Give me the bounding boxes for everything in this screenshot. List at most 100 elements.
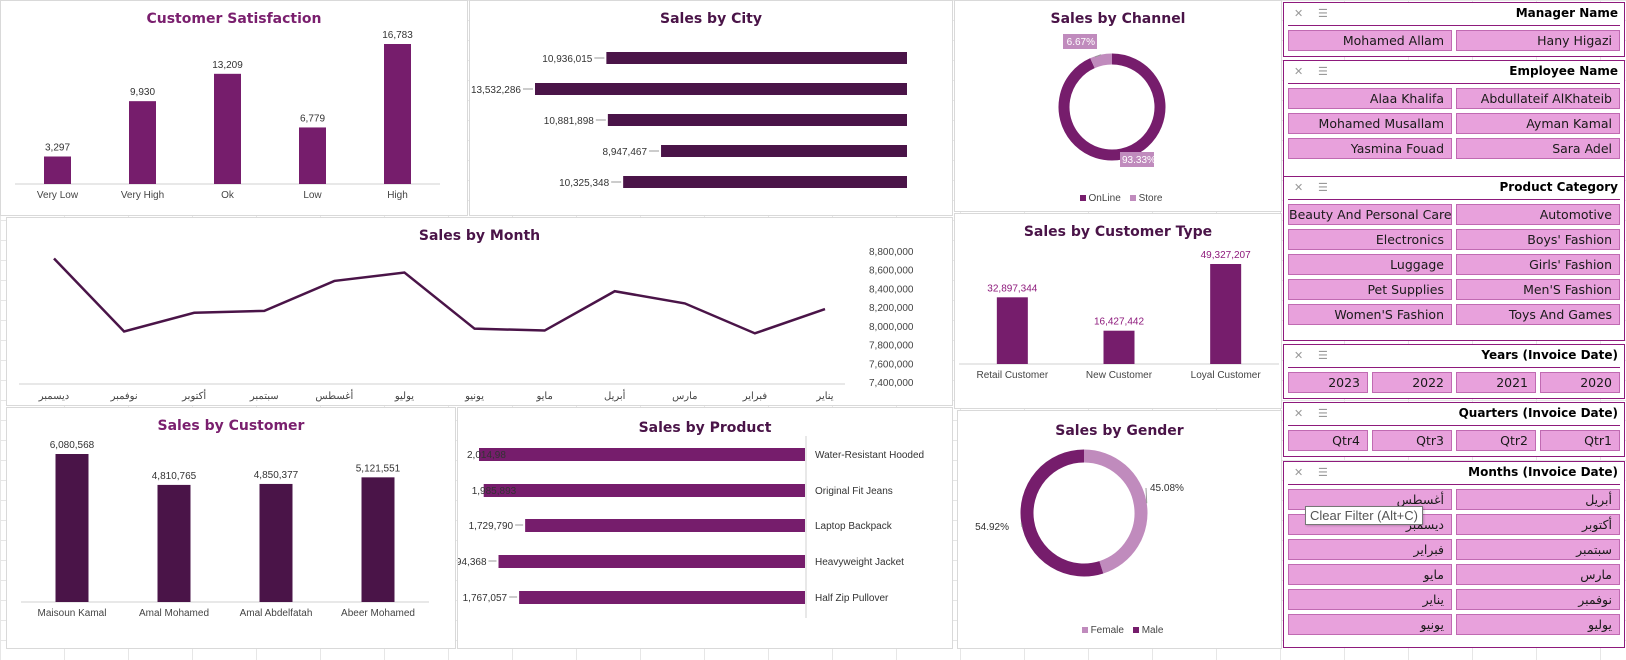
multi-select-icon[interactable]: ☰ [1318, 181, 1328, 194]
slicer-manager-name[interactable]: ✕ ☰ Manager Name Mohamed Allam Hany Higazi [1283, 2, 1625, 57]
bar [498, 555, 805, 568]
slicer-item[interactable]: Electronics [1288, 229, 1452, 250]
slicer-item[interactable]: Men'S Fashion [1456, 279, 1620, 300]
data-label: 16,427,442 [1094, 317, 1144, 328]
clear-filter-icon[interactable]: ✕ [1294, 407, 1303, 420]
slicer-item[interactable]: أبريل [1456, 489, 1620, 510]
slicer-item[interactable]: Qtr2 [1456, 430, 1536, 451]
slicer-item[interactable]: Alaa Khalifa [1288, 88, 1452, 109]
bar [55, 454, 89, 602]
multi-select-icon[interactable]: ☰ [1318, 349, 1328, 362]
slicer-item[interactable]: 2023 [1288, 372, 1368, 393]
slicer-item[interactable]: Mohamed Musallam [1288, 113, 1452, 134]
data-label: 10,881,898 [544, 116, 594, 127]
slicer-years[interactable]: ✕ ☰ Years (Invoice Date) 2023 2022 2021 2020 [1283, 344, 1625, 399]
clear-filter-icon[interactable]: ✕ [1294, 7, 1303, 20]
slicer-title: Manager Name [1515, 6, 1618, 20]
clear-filter-icon[interactable]: ✕ [1294, 65, 1303, 78]
multi-select-icon[interactable]: ☰ [1318, 65, 1328, 78]
slicer-product-category[interactable]: ✕ ☰ Product Category Beauty And Personal C… [1283, 176, 1625, 341]
channel-legend: OnLine Store [955, 193, 1281, 204]
slicer-item[interactable]: 2020 [1540, 372, 1620, 393]
tick-label: مارس [672, 391, 697, 402]
slicer-item[interactable]: يوليو [1456, 614, 1620, 635]
slicer-item[interactable]: Boys' Fashion [1456, 229, 1620, 250]
panel-sales-by-customer[interactable]: Sales by Customer 6,080,568 Maisoun Kamal… [6, 407, 456, 649]
slicer-item[interactable]: Qtr3 [1372, 430, 1452, 451]
tick-label: Low [303, 190, 322, 201]
slicer-employee-name[interactable]: ✕ ☰ Employee Name Alaa Khalifa Abdullateif … [1283, 60, 1625, 177]
slicer-item[interactable]: سبتمبر [1456, 539, 1620, 560]
slicer-item[interactable]: مايو [1288, 564, 1452, 585]
y-tick-label: 8,200,000 [869, 303, 914, 314]
series-line [53, 257, 826, 335]
tick-label: Loyal Customer [1191, 370, 1262, 381]
tick-label: Very High [121, 190, 164, 201]
tick-label: مايو [535, 391, 552, 402]
tick-label: ديسمبر [38, 391, 69, 402]
slicer-item[interactable]: Women'S Fashion [1288, 304, 1452, 325]
slicer-item[interactable]: 2021 [1456, 372, 1536, 393]
slicer-item[interactable]: نوفمبر [1456, 589, 1620, 610]
clear-filter-icon[interactable]: ✕ [1294, 349, 1303, 362]
y-tick-label: 7,600,000 [869, 359, 914, 370]
slicer-item[interactable]: Luggage [1288, 254, 1452, 275]
data-label: 4,810,765 [152, 471, 197, 482]
data-label: 1,985,893 [472, 486, 517, 497]
slicer-item[interactable]: يناير [1288, 589, 1452, 610]
bar [535, 83, 907, 95]
slicer-item[interactable]: فبراير [1288, 539, 1452, 560]
slicer-item[interactable]: Qtr1 [1540, 430, 1620, 451]
slicer-quarters[interactable]: ✕ ☰ Quarters (Invoice Date) Qtr4 Qtr3 Qtr2 Qt… [1283, 402, 1625, 457]
data-label: 6.67% [1067, 37, 1095, 48]
donut-slice [1020, 449, 1104, 577]
panel-sales-by-customer-type[interactable]: Sales by Customer Type 32,897,344 Retail … [954, 213, 1282, 409]
panel-sales-by-gender[interactable]: Sales by Gender 45.08% 54.92% Female Male [957, 410, 1282, 649]
slicer-item[interactable]: مارس [1456, 564, 1620, 585]
slicer-item[interactable]: 2022 [1372, 372, 1452, 393]
slicer-item[interactable]: أكتوبر [1456, 514, 1620, 535]
slicer-items: Alaa Khalifa Abdullateif AlKhateib Mohamed… [1288, 88, 1620, 159]
clear-filter-icon[interactable]: ✕ [1294, 181, 1303, 194]
tick-label: أكتوبر [181, 389, 206, 402]
slicer-item[interactable]: Hany Higazi [1456, 30, 1620, 51]
slicer-item[interactable]: Automotive [1456, 204, 1620, 225]
clear-filter-icon[interactable]: ✕ [1294, 466, 1303, 479]
slicer-item[interactable]: Pet Supplies [1288, 279, 1452, 300]
slicer-item[interactable]: Sara Adel [1456, 138, 1620, 159]
slicer-item[interactable]: Toys And Games [1456, 304, 1620, 325]
multi-select-icon[interactable]: ☰ [1318, 407, 1328, 420]
bar [259, 483, 293, 602]
data-label: 9,930 [130, 87, 155, 98]
slicer-item[interactable]: Girls' Fashion [1456, 254, 1620, 275]
y-tick-label: 8,000,000 [869, 322, 914, 333]
slicer-item[interactable]: Mohamed Allam [1288, 30, 1452, 51]
slicer-item[interactable]: يونيو [1288, 614, 1452, 635]
multi-select-icon[interactable]: ☰ [1318, 466, 1328, 479]
category-label: Water-Resistant Hooded [815, 450, 924, 461]
panel-sales-by-channel[interactable]: Sales by Channel 93.33% 6.67% OnLine Stor… [954, 0, 1282, 212]
panel-sales-by-product[interactable]: Sales by Product 2,014,98 Water-Resistant… [442, 407, 953, 649]
bar [1103, 330, 1135, 364]
slicer-item[interactable]: Beauty And Personal Care [1288, 204, 1452, 225]
slicer-item[interactable]: Yasmina Fouad [1288, 138, 1452, 159]
multi-select-icon[interactable]: ☰ [1318, 7, 1328, 20]
slicer-item[interactable]: Qtr4 [1288, 430, 1368, 451]
data-label: 8,947,467 [603, 147, 648, 158]
bar [661, 145, 907, 157]
data-label: 49,327,207 [1201, 250, 1251, 261]
slicer-item[interactable]: Abdullateif AlKhateib [1456, 88, 1620, 109]
gender-legend: Female Male [958, 625, 1281, 636]
tick-label: Amal Abdelfatah [240, 608, 313, 619]
panel-sales-by-month[interactable]: Sales by Month ديسمبر نوفمبر أكتوبر سبتمبر أ… [6, 217, 953, 406]
category-label: Original Fit Jeans [815, 486, 893, 497]
city-chart: 10,936,015 13,532,286 10,881,898 8,947,467 1… [471, 52, 907, 189]
bar [384, 44, 411, 184]
slicer-months[interactable]: ✕ ☰ Months (Invoice Date) أغسطس أبريل ديسمبر… [1283, 461, 1625, 648]
panel-customer-satisfaction[interactable]: Customer Satisfaction 3,297 Very Low 9,930… [0, 0, 468, 216]
panel-sales-by-city[interactable]: Sales by City 10,936,015 13,532,286 10,881… [469, 0, 953, 216]
slicer-item[interactable]: Ayman Kamal [1456, 113, 1620, 134]
tick-label: نوفمبر [110, 391, 138, 402]
chart-title: Sales by Customer [157, 418, 305, 434]
donut-slice [1090, 53, 1113, 69]
